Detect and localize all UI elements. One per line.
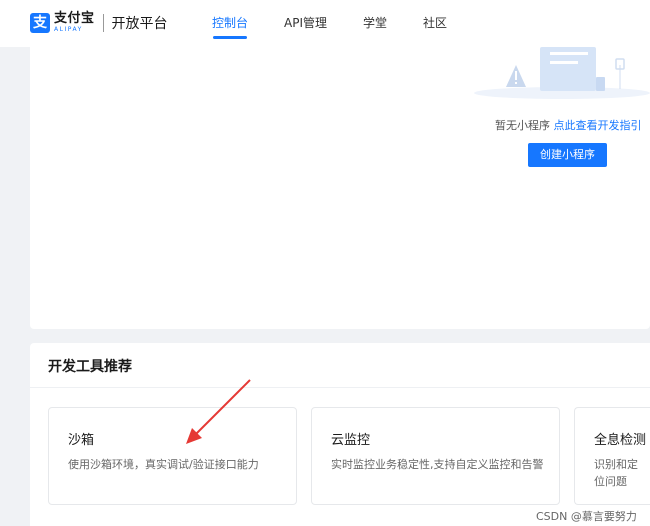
create-mini-program-button[interactable]: 创建小程序 xyxy=(528,143,607,167)
alipay-logo-icon: 支 xyxy=(30,12,50,33)
logo-name-en: ALIPAY xyxy=(54,26,83,33)
tool-name: 云监控 xyxy=(331,433,371,448)
annotation-arrow-icon xyxy=(186,379,251,444)
platform-title: 开放平台 xyxy=(111,15,168,32)
nav-console[interactable]: 控制台 xyxy=(212,0,248,47)
dev-tools-title: 开发工具推荐 xyxy=(48,359,132,375)
empty-state-text: 暂无小程序 点此查看开发指引 xyxy=(495,117,642,133)
logo-name-cn: 支付宝 xyxy=(54,11,95,26)
tool-card-cloud-monitor[interactable]: 云监控 实时监控业务稳定性,支持自定义监控和告警 xyxy=(311,407,560,505)
tool-name: 沙箱 xyxy=(68,433,95,448)
alipay-logo[interactable]: 支 支付宝 ALIPAY 开放平台 xyxy=(30,12,168,33)
nav-community[interactable]: 社区 xyxy=(423,0,447,47)
section-divider xyxy=(30,387,650,388)
csdn-watermark: CSDN @慕言要努力 xyxy=(536,510,637,523)
tool-description: 实时监控业务稳定性,支持自定义监控和告警 xyxy=(331,458,544,471)
main-nav: 控制台 API管理 学堂 社区 xyxy=(212,0,483,47)
logo-text: 支付宝 ALIPAY xyxy=(54,12,95,33)
nav-api-management[interactable]: API管理 xyxy=(284,0,327,47)
tool-description: 使用沙箱环境，真实调试/验证接口能力 xyxy=(68,458,259,471)
dev-guide-link[interactable]: 点此查看开发指引 xyxy=(554,119,642,132)
tool-name: 全息检测 xyxy=(594,433,647,448)
tool-card-sandbox[interactable]: 沙箱 使用沙箱环境，真实调试/验证接口能力 xyxy=(48,407,297,505)
empty-illustration-icon xyxy=(474,47,650,99)
top-bar: 支 支付宝 ALIPAY 开放平台 控制台 API管理 学堂 社区 xyxy=(0,0,650,47)
tool-card-holo-detect[interactable]: 全息检测 识别和定位问题 xyxy=(574,407,650,505)
no-mini-program-text: 暂无小程序 xyxy=(495,119,550,132)
nav-academy[interactable]: 学堂 xyxy=(363,0,387,47)
tool-description: 识别和定位问题 xyxy=(594,458,638,488)
logo-divider xyxy=(102,13,104,32)
